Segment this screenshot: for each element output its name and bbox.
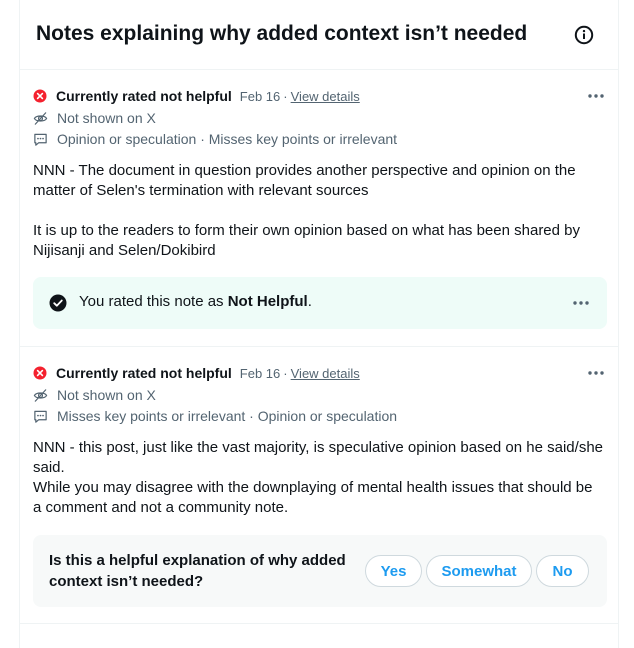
more-options-icon[interactable] <box>586 365 606 381</box>
visibility-row: Not shown on X <box>33 385 156 405</box>
reasons-row: Misses key points or irrelevant · Opinio… <box>33 406 397 426</box>
note-body: NNN - this post, just like the vast majo… <box>33 439 603 516</box>
note-card: Currently rated not helpful Feb 16 · Vie… <box>20 348 618 624</box>
user-rating-box: You rated this note as Not Helpful. <box>33 277 607 329</box>
note-status: Currently rated not helpful <box>56 88 232 104</box>
visibility-row: Not shown on X <box>33 108 156 128</box>
page-title: Notes explaining why added context isn’t… <box>36 22 528 45</box>
rating-suffix: . <box>307 293 312 310</box>
view-details-link[interactable]: View details <box>291 89 360 104</box>
note-date: Feb 16 <box>239 88 281 104</box>
reasons-row: Opinion or speculation · Misses key poin… <box>33 129 397 149</box>
note-status-row: Currently rated not helpful Feb 16 · Vie… <box>33 363 360 383</box>
eye-off-icon <box>33 388 48 402</box>
not-helpful-badge-icon <box>33 89 47 103</box>
answer-no-button[interactable]: No <box>536 555 589 587</box>
reasons-text: Misses key points or irrelevant · Opinio… <box>57 408 398 424</box>
panel-header: Notes explaining why added context isn’t… <box>20 0 618 70</box>
info-circle-icon[interactable] <box>572 23 596 47</box>
note-status: Currently rated not helpful <box>56 365 232 381</box>
rating-value: Not Helpful <box>227 293 308 310</box>
notes-panel: Notes explaining why added context isn’t… <box>19 0 619 648</box>
view-details-link[interactable]: View details <box>291 366 360 381</box>
helpfulness-question: Is this a helpful explanation of why add… <box>49 552 346 590</box>
dot-separator: · <box>283 365 288 381</box>
answer-somewhat-button[interactable]: Somewhat <box>426 555 532 587</box>
visibility-text: Not shown on X <box>57 110 156 126</box>
rating-text: You rated this note as Not Helpful. <box>79 293 312 310</box>
dot-separator: · <box>283 88 288 104</box>
note-body: NNN - The document in question provides … <box>33 162 581 259</box>
helpfulness-prompt: Is this a helpful explanation of why add… <box>33 535 607 607</box>
rating-more-icon[interactable] <box>571 295 591 311</box>
note-card: Currently rated not helpful Feb 16 · Vie… <box>20 71 618 347</box>
rating-prefix: You rated this note as <box>79 293 228 310</box>
eye-off-icon <box>33 111 48 125</box>
more-options-icon[interactable] <box>586 88 606 104</box>
comment-icon <box>34 410 47 423</box>
answer-yes-button[interactable]: Yes <box>365 555 422 587</box>
visibility-text: Not shown on X <box>57 387 156 403</box>
note-status-row: Currently rated not helpful Feb 16 · Vie… <box>33 86 360 106</box>
not-helpful-badge-icon <box>33 366 47 380</box>
check-circle-icon <box>49 294 67 312</box>
note-date: Feb 16 <box>239 365 281 381</box>
reasons-text: Opinion or speculation · Misses key poin… <box>57 131 398 147</box>
comment-icon <box>34 133 47 146</box>
